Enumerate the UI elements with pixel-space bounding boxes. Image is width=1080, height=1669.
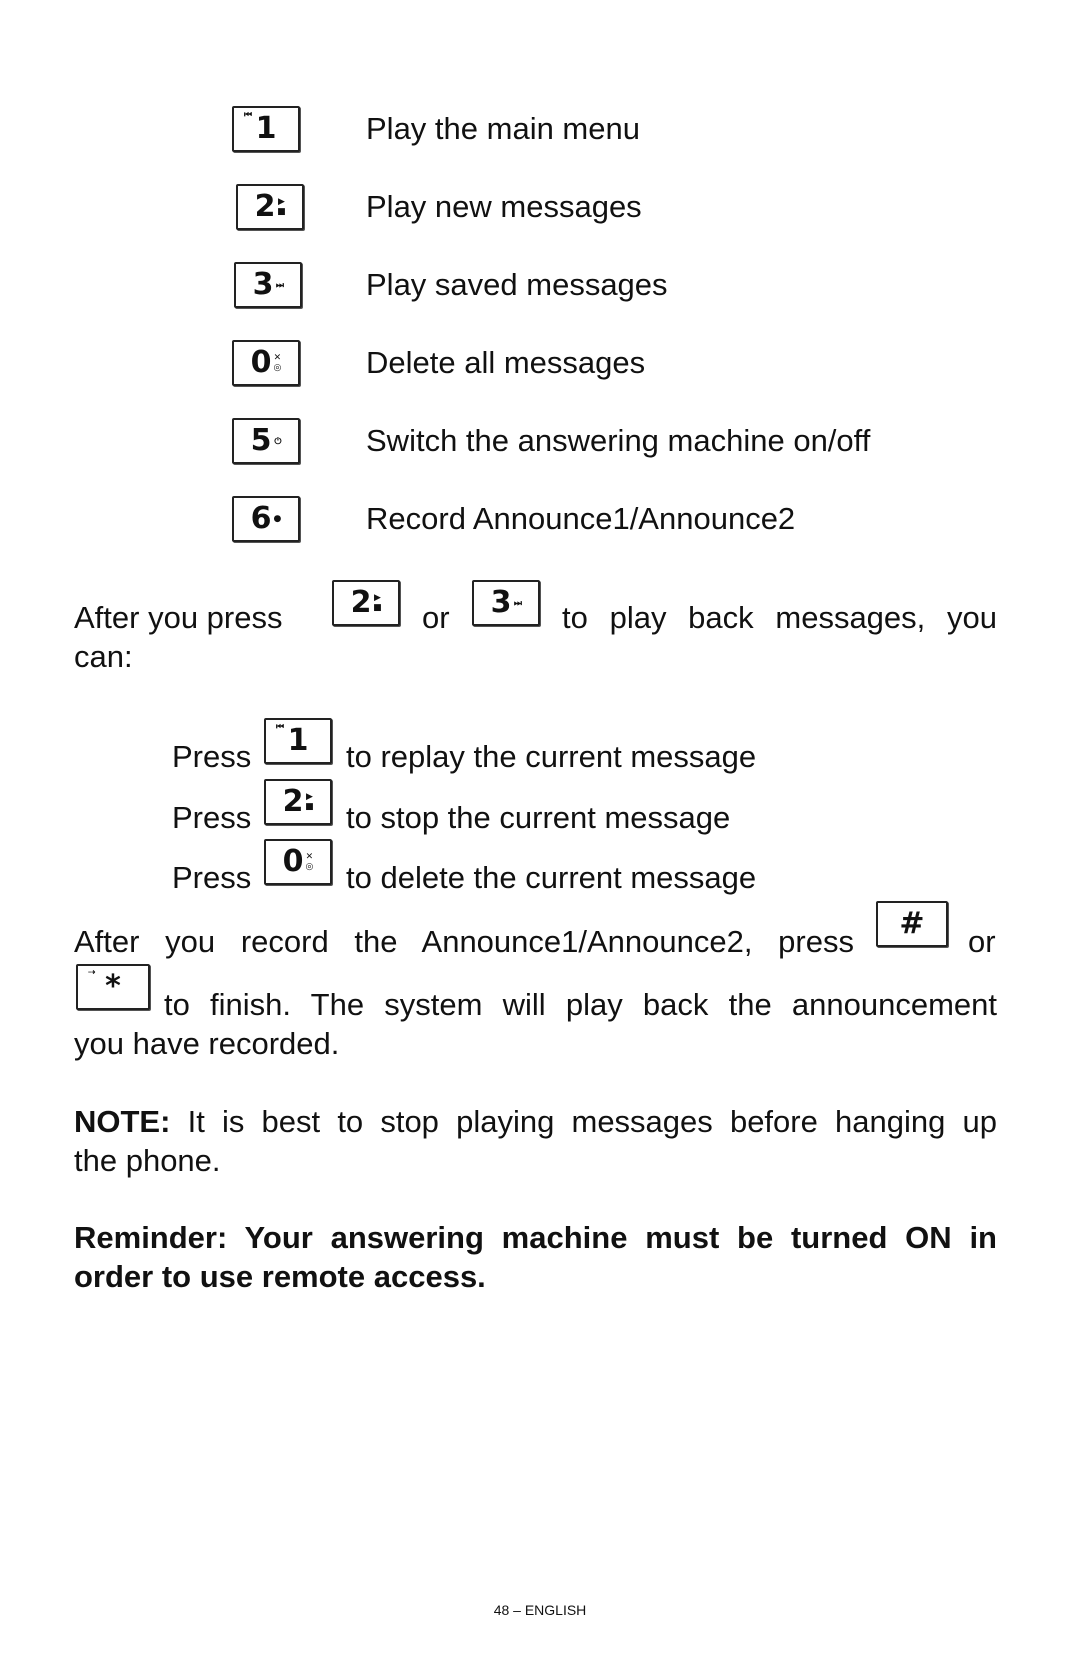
- record-text: After you record the Announce1/Announce2…: [74, 924, 854, 959]
- press-text: to replay the current message: [346, 739, 757, 774]
- menu-item-label: Play the main menu: [366, 111, 640, 146]
- prev-key-1-icon: ⏮ 1: [264, 718, 332, 764]
- prev-key-1-icon: ⏮ 1: [232, 106, 300, 152]
- press-text: to stop the current message: [346, 800, 731, 835]
- play-stop-key-2-icon: 2 ▶■: [236, 184, 304, 230]
- press-label: Press: [172, 800, 252, 835]
- page-footer: 48 – ENGLISH: [493, 1602, 587, 1618]
- play-stop-key-2-icon: 2 ▶■: [332, 580, 400, 626]
- delete-key-0-icon: 0 ✕◎: [232, 340, 300, 386]
- or-text: or: [422, 600, 450, 635]
- menu-item-label: Play saved messages: [366, 267, 668, 302]
- or-text: or: [968, 924, 996, 959]
- star-key-icon: ⇢ *: [76, 964, 150, 1010]
- press-label: Press: [172, 739, 252, 774]
- manual-page: ⏮ 1 Play the main menu 2 ▶■ Play new messa…: [0, 0, 1080, 1669]
- menu-item-label: Play new messages: [366, 189, 642, 224]
- on-off-key-5-icon: 5 ⏻: [232, 418, 300, 464]
- after-press-text-end: can:: [74, 639, 133, 674]
- after-press-text-cont: to play back messages, you: [562, 600, 997, 635]
- reminder-text: Reminder: Your answering machine must be…: [74, 1220, 997, 1255]
- next-key-3-icon: 3 ⏭: [234, 262, 302, 308]
- record-key-6-icon: 6 ●: [232, 496, 300, 542]
- press-label: Press: [172, 860, 252, 895]
- menu-item-label: Switch the answering machine on/off: [366, 423, 871, 458]
- menu-item-label: Record Announce1/Announce2: [366, 501, 796, 536]
- next-key-3-icon: 3 ⏭: [472, 580, 540, 626]
- after-press-text: After you press: [74, 600, 283, 635]
- play-stop-key-2-icon: 2 ▶■: [264, 779, 332, 825]
- reminder-text-end: order to use remote access.: [74, 1259, 486, 1294]
- delete-key-0-icon: 0 ✕◎: [264, 839, 332, 885]
- record-text-cont: to finish. The system will play back the…: [164, 987, 997, 1022]
- menu-item-label: Delete all messages: [366, 345, 646, 380]
- note-text: NOTE: It is best to stop playing message…: [74, 1104, 997, 1139]
- note-text-end: the phone.: [74, 1143, 221, 1178]
- record-text-end: you have recorded.: [74, 1026, 340, 1061]
- press-text: to delete the current message: [346, 860, 757, 895]
- hash-key-icon: #: [876, 901, 948, 947]
